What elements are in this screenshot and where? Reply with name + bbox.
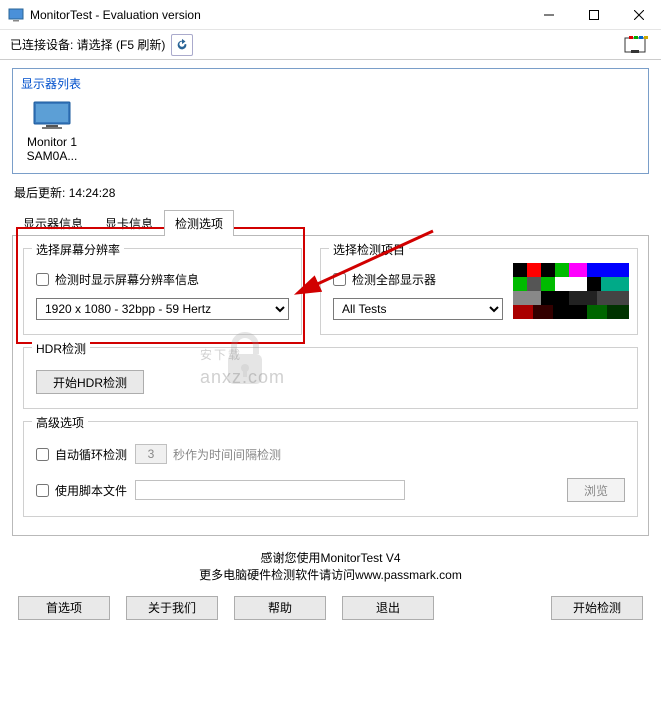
show-resolution-checkbox[interactable]: 检测时显示屏幕分辨率信息 — [36, 271, 289, 288]
tab-monitor-info[interactable]: 显示器信息 — [12, 210, 94, 236]
test-select[interactable]: All Tests — [333, 298, 503, 320]
toolbar: 已连接设备: 请选择 (F5 刷新) — [0, 30, 661, 60]
auto-cycle-check[interactable] — [36, 448, 49, 461]
passmark-link[interactable]: www.passmark.com — [355, 568, 462, 582]
test-select-legend: 选择检测项目 — [329, 241, 409, 258]
tab-gpu-info[interactable]: 显卡信息 — [94, 210, 164, 236]
tab-bar: 显示器信息 显卡信息 检测选项 — [0, 210, 661, 236]
app-icon — [8, 7, 24, 23]
auto-cycle-seconds-input — [135, 444, 167, 464]
preferences-button[interactable]: 首选项 — [18, 596, 110, 620]
show-resolution-check[interactable] — [36, 273, 49, 286]
hdr-fieldset: HDR检测 开始HDR检测 — [23, 347, 638, 409]
start-hdr-button[interactable]: 开始HDR检测 — [36, 370, 144, 394]
test-pattern-thumbnail — [513, 263, 629, 319]
passmark-logo-icon — [623, 34, 651, 56]
show-resolution-label: 检测时显示屏幕分辨率信息 — [55, 271, 199, 288]
last-update-label: 最后更新: — [14, 186, 65, 200]
advanced-fieldset: 高级选项 自动循环检测 秒作为时间间隔检测 使用脚本文件 浏览 — [23, 421, 638, 517]
monitor-list-panel: 显示器列表 Monitor 1 SAM0A... — [12, 68, 649, 174]
refresh-icon — [175, 38, 189, 52]
tab-content: 选择屏幕分辨率 检测时显示屏幕分辨率信息 1920 x 1080 - 32bpp… — [12, 235, 649, 536]
use-script-check[interactable] — [36, 484, 49, 497]
test-select-fieldset: 选择检测项目 检测全部显示器 All Tests — [320, 248, 638, 335]
monitor-name: Monitor 1 — [19, 135, 85, 149]
advanced-legend: 高级选项 — [32, 414, 88, 431]
resolution-fieldset: 选择屏幕分辨率 检测时显示屏幕分辨率信息 1920 x 1080 - 32bpp… — [23, 248, 302, 335]
footer-line2: 更多电脑硬件检测软件请访问www.passmark.com — [0, 567, 661, 584]
tab-test-options[interactable]: 检测选项 — [164, 210, 234, 236]
monitor-item[interactable]: Monitor 1 SAM0A... — [17, 98, 87, 166]
titlebar: MonitorTest - Evaluation version — [0, 0, 661, 30]
maximize-button[interactable] — [571, 0, 616, 30]
start-test-button[interactable]: 开始检测 — [551, 596, 643, 620]
monitor-list-title: 显示器列表 — [17, 73, 644, 94]
monitor-model: SAM0A... — [19, 149, 85, 163]
auto-cycle-hint: 秒作为时间间隔检测 — [173, 446, 281, 463]
connected-device-label: 已连接设备: 请选择 (F5 刷新) — [10, 36, 165, 53]
exit-button[interactable]: 退出 — [342, 596, 434, 620]
last-update: 最后更新: 14:24:28 — [0, 180, 661, 209]
window-title: MonitorTest - Evaluation version — [30, 8, 526, 22]
last-update-time: 14:24:28 — [69, 186, 116, 200]
use-script-checkbox[interactable]: 使用脚本文件 — [36, 482, 127, 499]
auto-cycle-label: 自动循环检测 — [55, 446, 127, 463]
resolution-select[interactable]: 1920 x 1080 - 32bpp - 59 Hertz — [36, 298, 289, 320]
use-script-label: 使用脚本文件 — [55, 482, 127, 499]
test-all-checkbox[interactable]: 检测全部显示器 — [333, 271, 503, 288]
monitor-icon — [32, 100, 72, 130]
test-all-check[interactable] — [333, 273, 346, 286]
footer: 感谢您使用MonitorTest V4 更多电脑硬件检测软件请访问www.pas… — [0, 544, 661, 592]
browse-button[interactable]: 浏览 — [567, 478, 625, 502]
script-path-input[interactable] — [135, 480, 405, 500]
close-button[interactable] — [616, 0, 661, 30]
test-all-label: 检测全部显示器 — [352, 271, 436, 288]
about-button[interactable]: 关于我们 — [126, 596, 218, 620]
footer-line1: 感谢您使用MonitorTest V4 — [0, 550, 661, 567]
hdr-legend: HDR检测 — [32, 340, 90, 357]
help-button[interactable]: 帮助 — [234, 596, 326, 620]
resolution-legend: 选择屏幕分辨率 — [32, 241, 124, 258]
bottom-button-bar: 首选项 关于我们 帮助 退出 开始检测 — [0, 592, 661, 632]
minimize-button[interactable] — [526, 0, 571, 30]
refresh-button[interactable] — [171, 34, 193, 56]
auto-cycle-checkbox[interactable]: 自动循环检测 — [36, 446, 127, 463]
